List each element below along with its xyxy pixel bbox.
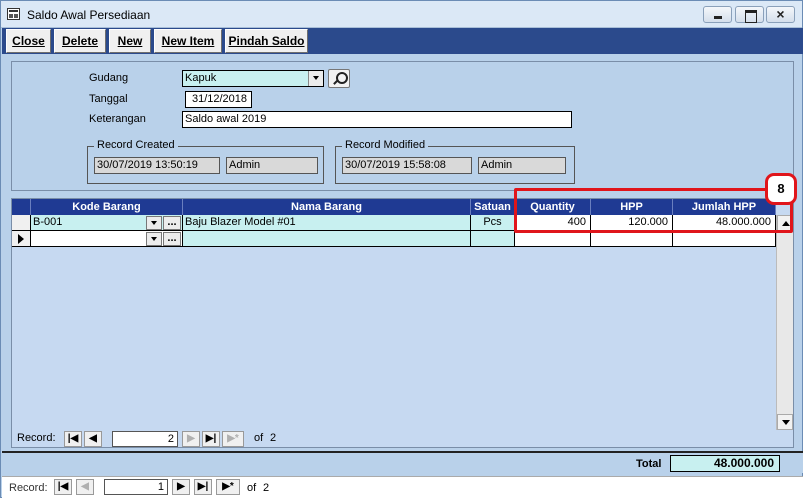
lookup-button[interactable]: ... bbox=[163, 216, 181, 230]
record-created-group: Record Created 30/07/2019 13:50:19 Admin bbox=[87, 139, 324, 184]
new-record-icon[interactable]: ▶* bbox=[216, 479, 240, 495]
title-bar[interactable]: Saldo Awal Persediaan × bbox=[1, 1, 802, 28]
close-icon: × bbox=[776, 6, 785, 22]
scroll-down-icon[interactable] bbox=[777, 414, 793, 430]
record-created-title: Record Created bbox=[94, 139, 178, 151]
kode-barang-value: B-001 bbox=[33, 216, 63, 228]
pindah-saldo-button[interactable]: Pindah Saldo bbox=[225, 29, 308, 53]
subform-record-label: Record: bbox=[17, 432, 56, 444]
footer-total-bar: Total 48.000.000 bbox=[2, 451, 803, 473]
row-selector[interactable] bbox=[12, 215, 31, 231]
first-record-icon[interactable]: |◀ bbox=[54, 479, 72, 495]
table-row-satuan[interactable]: Pcs bbox=[471, 215, 515, 231]
keterangan-field[interactable]: Saldo awal 2019 bbox=[182, 111, 572, 128]
chevron-down-icon[interactable] bbox=[146, 232, 162, 246]
maximize-icon bbox=[736, 7, 763, 23]
last-record-icon[interactable]: ▶| bbox=[194, 479, 212, 495]
modified-user: Admin bbox=[478, 157, 566, 174]
lookup-button[interactable]: ... bbox=[163, 232, 181, 246]
col-satuan[interactable]: Satuan bbox=[471, 199, 515, 215]
window-title: Saldo Awal Persediaan bbox=[27, 8, 151, 22]
close-button[interactable]: Close bbox=[6, 29, 51, 53]
subform-record-nav: Record: |◀ ◀ 2 ▶ ▶| ▶* of 2 bbox=[16, 431, 316, 447]
record-label: Record: bbox=[9, 482, 48, 494]
modified-datetime: 30/07/2019 15:58:08 bbox=[342, 157, 472, 174]
form-icon bbox=[7, 8, 20, 20]
tanggal-label: Tanggal bbox=[89, 93, 128, 105]
minimize-button[interactable] bbox=[703, 6, 732, 23]
first-record-icon[interactable]: |◀ bbox=[64, 431, 82, 447]
new-button[interactable]: New bbox=[109, 29, 151, 53]
prev-record-icon: ◀ bbox=[76, 479, 94, 495]
header-form: Gudang Kapuk Tanggal 31/12/2018 Keterang… bbox=[11, 61, 794, 191]
saldo-awal-window: Saldo Awal Persediaan × Close Delete New… bbox=[0, 0, 803, 498]
record-of-label: of bbox=[247, 482, 257, 494]
new-row-satuan[interactable] bbox=[471, 231, 515, 247]
form-record-nav: Record: |◀ ◀ 1 ▶ ▶| ▶* of 2 bbox=[2, 476, 803, 498]
subform-of-label: of bbox=[254, 432, 264, 444]
toolbar: Close Delete New New Item Pindah Saldo bbox=[2, 28, 803, 54]
next-record-icon: ▶ bbox=[182, 431, 200, 447]
new-row-nama[interactable] bbox=[183, 231, 471, 247]
table-row-nama[interactable]: Baju Blazer Model #01 bbox=[183, 215, 471, 231]
window-close-button[interactable]: × bbox=[766, 6, 795, 23]
chevron-down-icon[interactable] bbox=[146, 216, 162, 230]
gudang-label: Gudang bbox=[89, 72, 129, 84]
record-number[interactable]: 1 bbox=[104, 479, 168, 495]
total-value: 48.000.000 bbox=[670, 455, 780, 472]
total-label: Total bbox=[636, 458, 662, 470]
new-row-quantity[interactable] bbox=[515, 231, 591, 247]
delete-button[interactable]: Delete bbox=[54, 29, 106, 53]
row-selector-header bbox=[12, 199, 31, 215]
new-record-icon: ▶* bbox=[222, 431, 244, 447]
created-user: Admin bbox=[226, 157, 318, 174]
record-modified-title: Record Modified bbox=[342, 139, 429, 151]
record-modified-group: Record Modified 30/07/2019 15:58:08 Admi… bbox=[335, 139, 575, 184]
current-row-indicator[interactable] bbox=[12, 231, 31, 247]
new-row-jumlah[interactable] bbox=[673, 231, 776, 247]
keterangan-label: Keterangan bbox=[89, 113, 146, 125]
new-item-button[interactable]: New Item bbox=[154, 29, 222, 53]
col-kode-barang[interactable]: Kode Barang bbox=[31, 199, 183, 215]
prev-record-icon[interactable]: ◀ bbox=[84, 431, 102, 447]
gudang-value: Kapuk bbox=[185, 72, 217, 84]
minimize-icon bbox=[704, 7, 731, 22]
tanggal-field[interactable]: 31/12/2018 bbox=[185, 91, 252, 108]
subform-record-total: 2 bbox=[270, 432, 277, 444]
last-record-icon[interactable]: ▶| bbox=[202, 431, 220, 447]
record-total: 2 bbox=[263, 482, 270, 494]
created-datetime: 30/07/2019 13:50:19 bbox=[94, 157, 220, 174]
search-gudang-button[interactable] bbox=[328, 69, 350, 88]
chevron-down-icon[interactable] bbox=[308, 71, 323, 86]
maximize-button[interactable] bbox=[735, 6, 764, 23]
annotation-highlight-box bbox=[514, 188, 793, 233]
gudang-combo[interactable]: Kapuk bbox=[182, 70, 324, 87]
annotation-callout: 8 bbox=[765, 173, 797, 205]
grid-scrollbar[interactable] bbox=[776, 215, 793, 430]
next-record-icon[interactable]: ▶ bbox=[172, 479, 190, 495]
new-row-hpp[interactable] bbox=[591, 231, 673, 247]
items-grid: Kode Barang Nama Barang Satuan Quantity … bbox=[11, 198, 794, 448]
col-nama-barang[interactable]: Nama Barang bbox=[183, 199, 471, 215]
subform-record-number[interactable]: 2 bbox=[112, 431, 178, 447]
